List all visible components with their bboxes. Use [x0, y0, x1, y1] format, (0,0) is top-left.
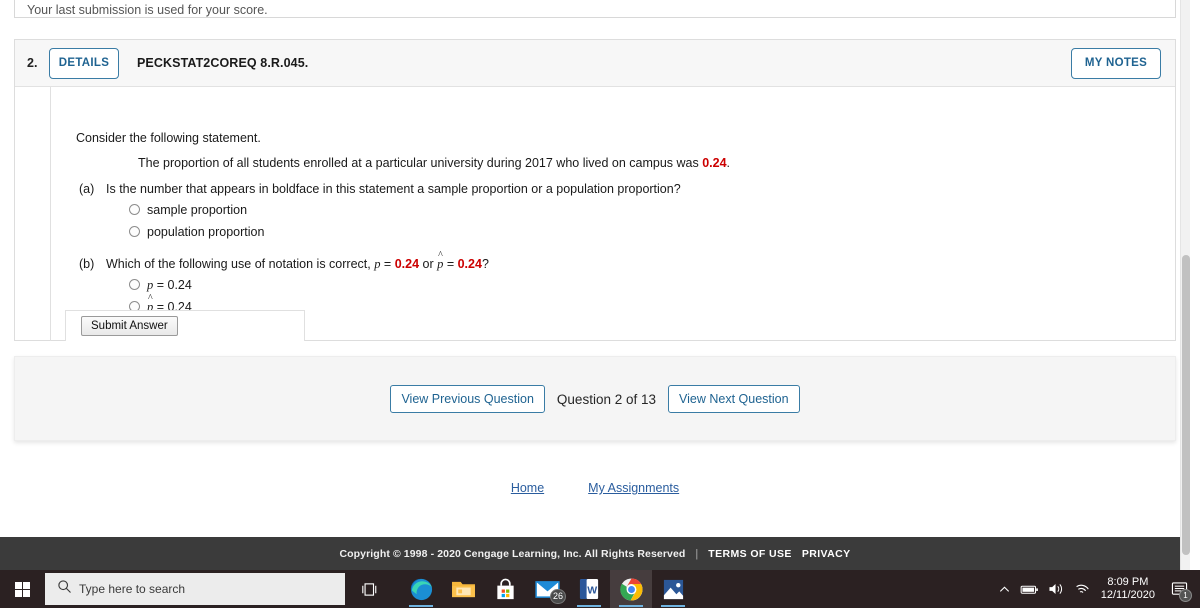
submission-alert: Your last submission is used for your sc… — [14, 0, 1176, 18]
question-header: 2. DETAILS PECKSTAT2COREQ 8.R.045. MY NO… — [15, 40, 1175, 87]
option-label: sample proportion — [147, 203, 248, 217]
taskbar-app-microsoft-store[interactable] — [484, 570, 526, 608]
part-a-label: (a) — [79, 182, 95, 196]
taskbar-app-word[interactable]: W — [568, 570, 610, 608]
clock-date: 12/11/2020 — [1100, 589, 1155, 601]
notification-center-button[interactable]: 1 — [1166, 570, 1192, 608]
clock-time: 8:09 PM — [1107, 576, 1149, 588]
option-sample-proportion[interactable]: sample proportion — [129, 203, 247, 217]
my-notes-button[interactable]: MY NOTES — [1071, 48, 1161, 79]
part-b-value-2: 0.24 — [457, 257, 482, 271]
submission-alert-text: Your last submission is used for your sc… — [27, 3, 268, 17]
part-b-text-end: ? — [481, 257, 489, 271]
terms-of-use-link[interactable]: TERMS OF USE — [708, 548, 792, 560]
footer-links: Home My Assignments — [0, 481, 1190, 495]
submit-answer-button[interactable]: Submit Answer — [81, 316, 178, 336]
statement-value: 0.24 — [702, 156, 727, 170]
option-equation: = 0.24 — [153, 278, 192, 292]
folder-icon — [451, 581, 475, 598]
question-number: 2. — [27, 56, 38, 70]
question-prompt: Consider the following statement. — [76, 131, 261, 145]
view-next-question-button[interactable]: View Next Question — [668, 385, 800, 413]
edge-icon — [410, 578, 432, 600]
copyright-bar: Copyright © 1998 - 2020 Cengage Learning… — [0, 537, 1190, 570]
question-navigation-panel: View Previous Question Question 2 of 13 … — [14, 356, 1176, 441]
word-icon: W — [579, 578, 599, 600]
taskbar-app-chrome[interactable] — [610, 570, 652, 608]
part-b-text: Which of the following use of notation i… — [106, 251, 489, 272]
radio-icon[interactable] — [129, 279, 140, 290]
question-card: 2. DETAILS PECKSTAT2COREQ 8.R.045. MY NO… — [14, 39, 1176, 341]
hat-accent-icon: ^ — [148, 293, 153, 304]
footer-separator: | — [695, 547, 699, 560]
mail-unread-badge: 26 — [549, 589, 566, 604]
windows-taskbar: Type here to search 26 W 8:09 PM 12/11/2… — [0, 570, 1200, 608]
part-b-value-1: 0.24 — [394, 257, 420, 271]
question-code: PECKSTAT2COREQ 8.R.045. — [137, 56, 309, 70]
show-hidden-icons-chevron-up-icon[interactable] — [998, 583, 1011, 596]
windows-logo-icon — [15, 581, 30, 597]
store-icon — [496, 578, 514, 599]
hat-accent-icon: ^ — [438, 250, 443, 261]
battery-icon[interactable] — [1020, 583, 1039, 596]
page-content: Your last submission is used for your sc… — [0, 0, 1190, 570]
chrome-icon — [619, 577, 643, 601]
page-scrollbar[interactable] — [1180, 0, 1190, 570]
taskbar-search-input[interactable]: Type here to search — [45, 573, 345, 605]
option-population-proportion[interactable]: population proportion — [129, 225, 264, 239]
option-label: population proportion — [147, 225, 265, 239]
statement-suffix: . — [726, 156, 731, 170]
details-button[interactable]: DETAILS — [49, 48, 119, 79]
part-b-or: or — [419, 257, 438, 271]
taskbar-app-list: 26 W — [400, 570, 694, 608]
my-assignments-link[interactable]: My Assignments — [588, 481, 679, 495]
taskbar-app-mail[interactable]: 26 — [526, 570, 568, 608]
scrollbar-thumb[interactable] — [1182, 255, 1190, 555]
system-tray: 8:09 PM 12/11/2020 1 — [998, 570, 1200, 608]
option-p-equals[interactable]: p = 0.24 — [129, 278, 192, 293]
task-view-icon — [361, 582, 376, 596]
volume-icon[interactable] — [1048, 582, 1064, 596]
notification-count-badge: 1 — [1179, 589, 1192, 602]
taskbar-clock[interactable]: 8:09 PM 12/11/2020 — [1101, 576, 1155, 602]
photos-icon — [663, 579, 683, 599]
search-placeholder-text: Type here to search — [79, 582, 186, 596]
symbol-p-hat: ^ p — [437, 251, 443, 272]
part-b-text-before: Which of the following use of notation i… — [106, 257, 375, 271]
submit-area: Submit Answer — [65, 310, 305, 341]
radio-icon[interactable] — [129, 204, 140, 215]
start-button[interactable] — [0, 570, 45, 608]
search-icon — [57, 579, 72, 599]
equals-sign: = — [380, 257, 395, 271]
statement-prefix: The proportion of all students enrolled … — [138, 156, 703, 170]
taskbar-app-file-explorer[interactable] — [442, 570, 484, 608]
taskbar-app-edge[interactable] — [400, 570, 442, 608]
svg-text:W: W — [587, 584, 597, 596]
home-link[interactable]: Home — [511, 481, 544, 495]
equals-sign: = — [443, 257, 458, 271]
wifi-icon[interactable] — [1073, 582, 1090, 596]
copyright-text: Copyright © 1998 - 2020 Cengage Learning… — [339, 547, 686, 560]
part-a-text: Is the number that appears in boldface i… — [106, 182, 681, 196]
part-b-label: (b) — [79, 257, 95, 271]
radio-icon[interactable] — [129, 226, 140, 237]
question-body: Consider the following statement. The pr… — [50, 87, 1177, 341]
task-view-button[interactable] — [352, 570, 388, 608]
question-counter: Question 2 of 13 — [556, 391, 656, 407]
view-previous-question-button[interactable]: View Previous Question — [390, 385, 545, 413]
statement-line: The proportion of all students enrolled … — [138, 156, 730, 170]
privacy-link[interactable]: PRIVACY — [802, 548, 851, 560]
taskbar-app-photos[interactable] — [652, 570, 694, 608]
